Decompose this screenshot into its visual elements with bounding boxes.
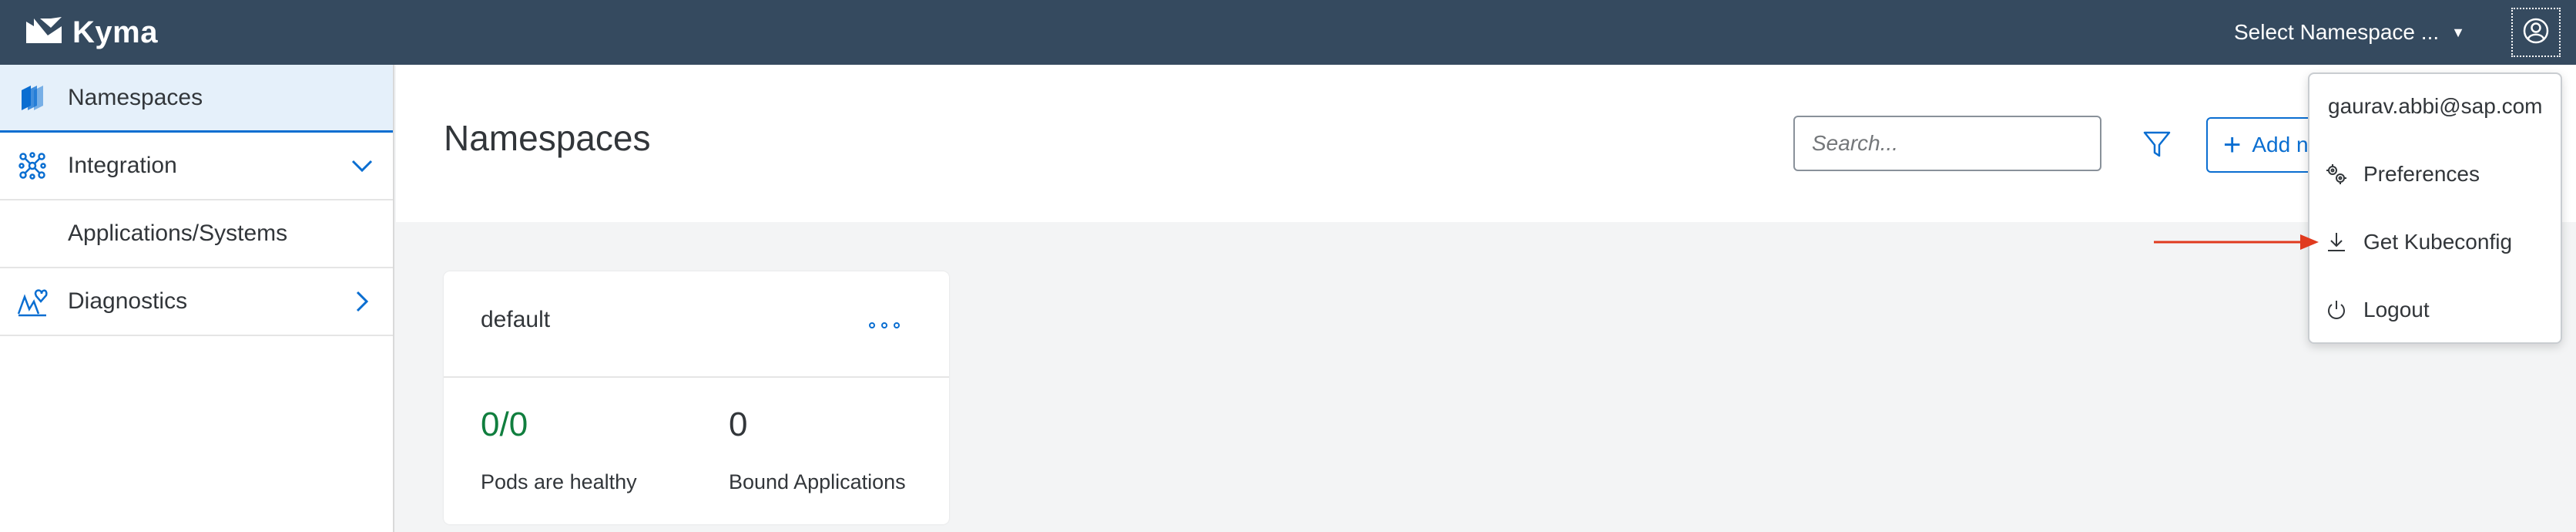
sidebar-item-namespaces[interactable]: Namespaces xyxy=(0,65,393,133)
app-name: Kyma xyxy=(72,15,158,49)
caret-down-icon: ▼ xyxy=(2451,24,2465,40)
sidebar: Namespaces Integration Applications/Syst… xyxy=(0,65,394,532)
card-divider xyxy=(444,376,949,378)
pods-healthy-value: 0/0 xyxy=(481,406,528,443)
power-icon xyxy=(2325,298,2348,322)
chevron-down-icon[interactable] xyxy=(350,153,374,178)
filter-icon[interactable] xyxy=(2140,126,2174,160)
user-email: gaurav.abbi@sap.com xyxy=(2328,94,2543,118)
namespace-select[interactable]: Select Namespace ... ▼ xyxy=(2234,15,2465,49)
kyma-logo-icon xyxy=(25,15,63,50)
app-logo[interactable]: Kyma xyxy=(25,15,158,50)
menu-item-label: Logout xyxy=(2363,298,2430,322)
diagnostics-icon xyxy=(17,286,48,317)
integration-icon xyxy=(17,150,48,181)
page-title: Namespaces xyxy=(444,118,651,158)
plus-icon: + xyxy=(2223,128,2242,162)
namespaces-icon xyxy=(17,82,48,113)
menu-item-label: Get Kubeconfig xyxy=(2363,230,2513,254)
sidebar-item-label: Integration xyxy=(68,153,177,178)
menu-item-preferences[interactable]: Preferences xyxy=(2309,151,2561,197)
user-circle-icon xyxy=(2523,18,2549,48)
menu-item-logout[interactable]: Logout xyxy=(2309,287,2561,333)
page-header: Namespaces + Add new namespace xyxy=(396,65,2576,222)
menu-item-label: Preferences xyxy=(2363,162,2480,186)
sidebar-item-applications-systems[interactable]: Applications/Systems xyxy=(0,200,393,268)
gears-icon xyxy=(2325,163,2348,186)
bound-applications-label: Bound Applications xyxy=(729,470,906,493)
namespace-card[interactable]: default 0/0 Pods are healthy 0 Bound App… xyxy=(444,271,949,524)
pods-healthy-label: Pods are healthy xyxy=(481,470,637,493)
namespace-name: default xyxy=(481,307,551,332)
sidebar-item-integration[interactable]: Integration xyxy=(0,133,393,200)
annotation-arrow-icon xyxy=(2154,234,2319,250)
namespace-select-label: Select Namespace ... xyxy=(2234,20,2440,44)
sidebar-item-diagnostics[interactable]: Diagnostics xyxy=(0,268,393,336)
search-input[interactable] xyxy=(1793,116,2101,171)
chevron-right-icon[interactable] xyxy=(350,289,374,314)
sidebar-item-label: Namespaces xyxy=(68,84,203,110)
user-menu-dropdown: gaurav.abbi@sap.com Preferences Get Kube… xyxy=(2308,72,2562,344)
menu-item-get-kubeconfig[interactable]: Get Kubeconfig xyxy=(2309,219,2561,265)
shell-bar: Kyma Select Namespace ... ▼ xyxy=(0,0,2576,65)
download-icon xyxy=(2325,231,2348,254)
more-options-icon[interactable] xyxy=(869,316,900,335)
bound-applications-value: 0 xyxy=(729,406,748,443)
sidebar-item-label: Applications/Systems xyxy=(68,221,288,246)
sidebar-item-label: Diagnostics xyxy=(68,288,188,314)
user-menu-button[interactable] xyxy=(2511,8,2561,57)
